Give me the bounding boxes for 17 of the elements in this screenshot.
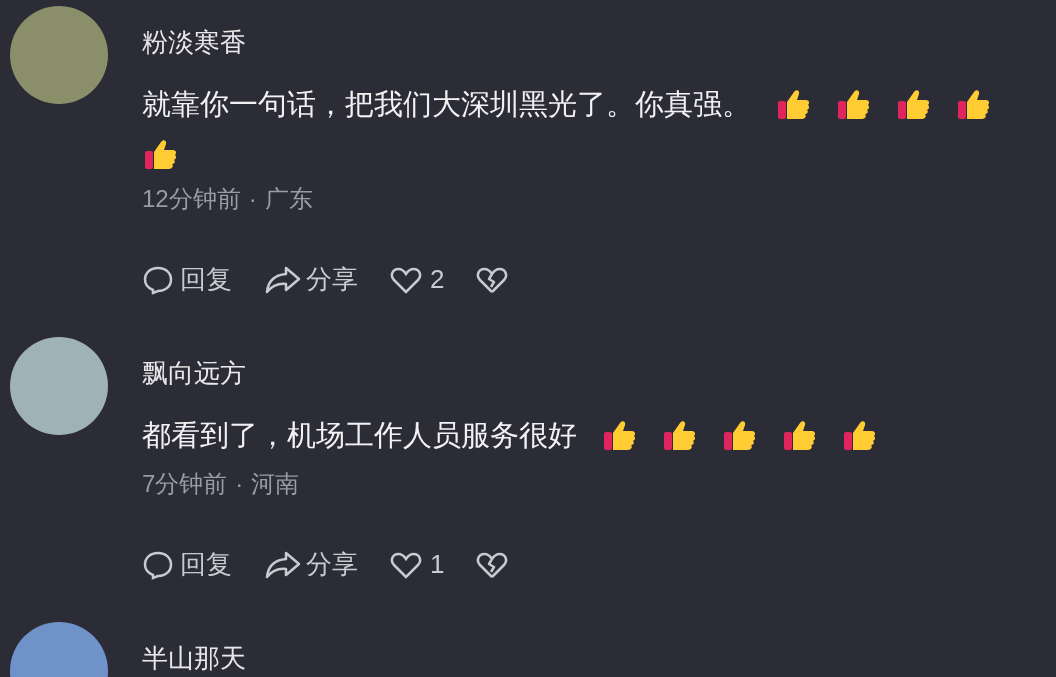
user-name[interactable]: 半山那天	[142, 640, 246, 676]
user-name[interactable]: 飘向远方	[142, 355, 1002, 391]
user-name[interactable]: 粉淡寒香	[142, 24, 1002, 60]
share-button[interactable]: 分享	[264, 260, 358, 299]
comment-text: 都看到了，机场工作人员服务很好	[142, 418, 577, 453]
separator-dot: ·	[235, 469, 244, 499]
like-button[interactable]: 2	[390, 260, 445, 299]
like-button[interactable]: 1	[390, 545, 445, 584]
comment-location: 广东	[264, 184, 313, 214]
comment-location: 河南	[251, 469, 300, 499]
reply-button[interactable]: 回复	[142, 545, 232, 584]
separator-dot: ·	[248, 184, 257, 214]
share-button[interactable]: 分享	[264, 545, 358, 584]
reply-button[interactable]: 回复	[142, 260, 232, 299]
comment-time: 12分钟前	[142, 184, 241, 214]
comment-time: 7分钟前	[142, 469, 228, 499]
comment-text: 就靠你一句话，把我们大深圳黑光了。你真强。	[142, 87, 751, 122]
